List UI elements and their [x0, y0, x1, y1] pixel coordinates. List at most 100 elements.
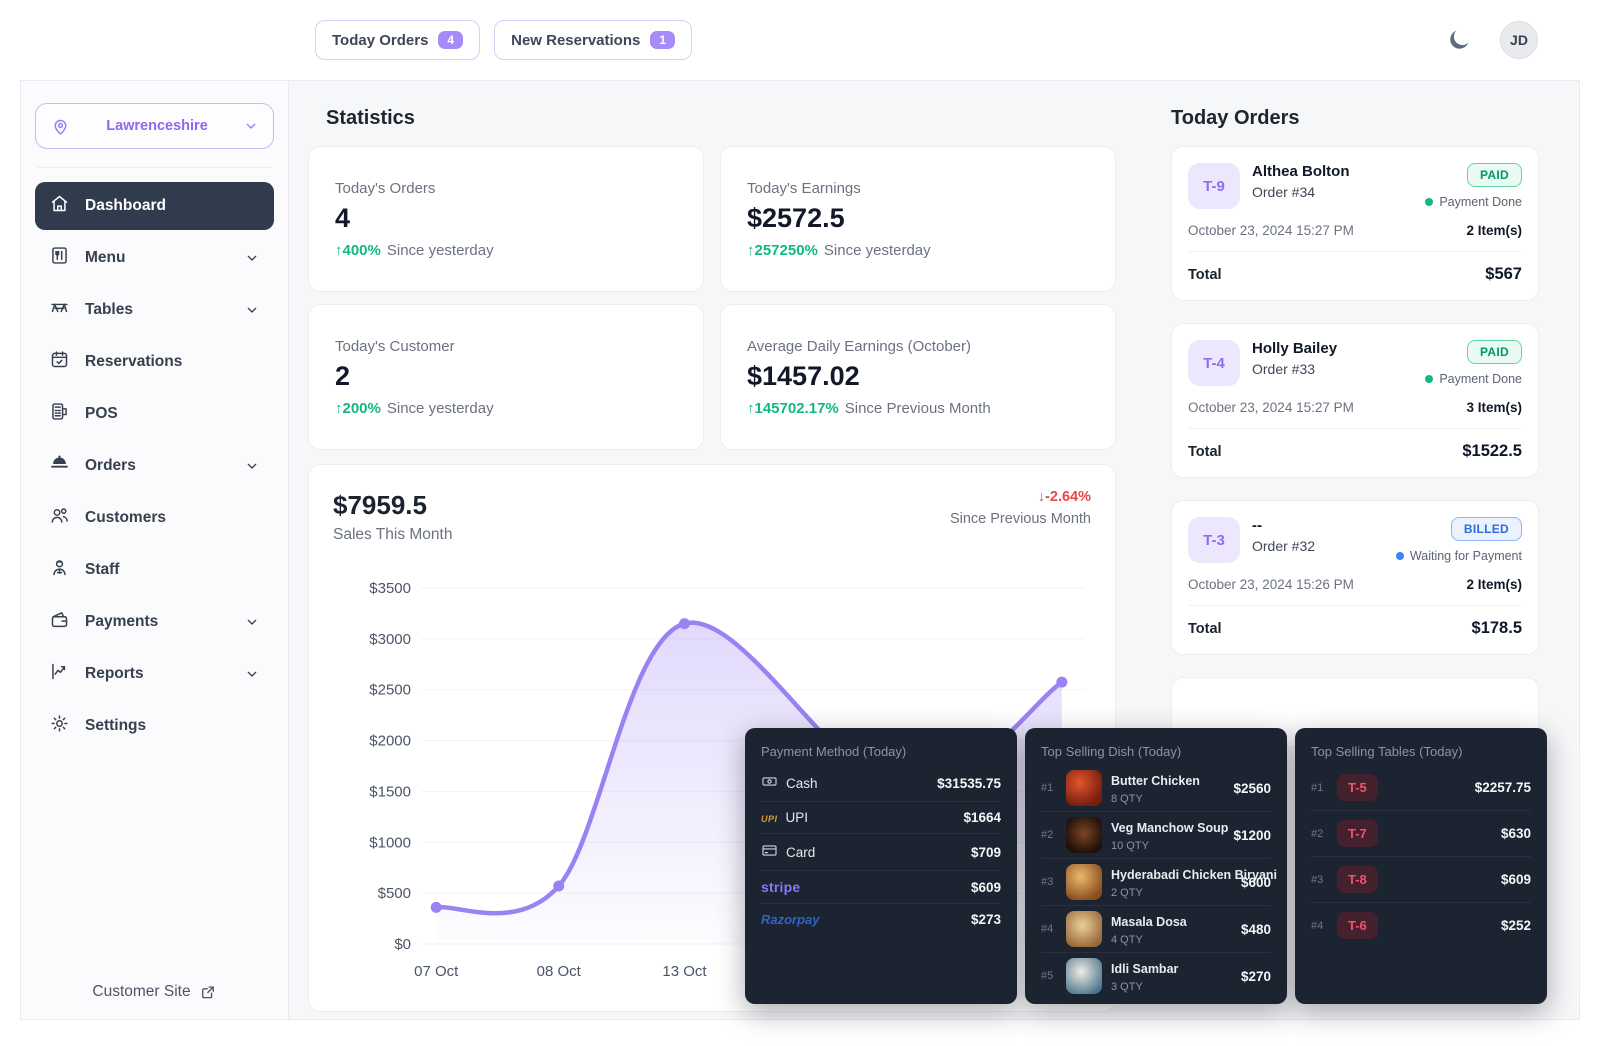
sidebar-item-payments[interactable]: Payments: [35, 598, 274, 646]
payment-method-row: UPI UPI $1664: [761, 802, 1001, 834]
order-items-count: 3 Item(s): [1466, 400, 1522, 415]
payment-method-amount: $273: [971, 912, 1001, 927]
sales-chart-header: $7959.5 Sales This Month ↓-2.64% Since P…: [333, 489, 1091, 544]
new-reservations-button[interactable]: New Reservations 1: [494, 20, 692, 60]
order-card[interactable]: T-9 Althea Bolton Order #34 PAID Pa: [1171, 146, 1539, 301]
payment-state: Payment Done: [1425, 372, 1522, 386]
customer-name: Holly Bailey: [1252, 340, 1413, 357]
sidebar-divider: [37, 167, 272, 168]
today-orders-title: Today Orders: [1171, 107, 1539, 130]
stat-delta-period: Since yesterday: [824, 242, 931, 259]
dish-rank: #5: [1041, 970, 1057, 982]
dish-amount: $480: [1241, 922, 1271, 937]
payment-method-row: Cash $31535.75: [761, 765, 1001, 802]
sidebar-item-label: Settings: [85, 717, 260, 735]
sidebar-item-reports[interactable]: Reports: [35, 650, 274, 698]
divider: [1188, 428, 1522, 429]
sidebar-item-tables[interactable]: Tables: [35, 286, 274, 334]
chevron-down-icon: [244, 614, 260, 630]
payment-method-list: Cash $31535.75 UPI UPI $1664 Card: [761, 765, 1001, 935]
dish-rank: #4: [1041, 923, 1057, 935]
customer-site-link[interactable]: Customer Site: [21, 983, 288, 1001]
dish-qty: 10 QTY: [1111, 840, 1224, 852]
location-selector[interactable]: Lawrenceshire: [35, 103, 274, 149]
today-orders-badge: 4: [438, 31, 463, 49]
today-orders-label: Today Orders: [332, 32, 428, 49]
order-total-label: Total: [1188, 621, 1222, 637]
cloche-icon: [49, 453, 70, 479]
customer-site-label: Customer Site: [92, 983, 190, 1001]
order-total-label: Total: [1188, 267, 1222, 283]
user-avatar[interactable]: JD: [1500, 21, 1538, 59]
svg-text:$1500: $1500: [369, 783, 411, 800]
dark-mode-toggle-moon-icon[interactable]: [1446, 27, 1472, 53]
divider: [1188, 605, 1522, 606]
dish-name: Masala Dosa: [1111, 915, 1187, 929]
dish-photo: [1066, 864, 1102, 900]
menu-icon: [49, 245, 70, 271]
sidebar-item-dashboard[interactable]: Dashboard: [35, 182, 274, 230]
sidebar-item-settings[interactable]: Settings: [35, 702, 274, 750]
sidebar-item-customers[interactable]: Customers: [35, 494, 274, 542]
app-root: Today Orders 4 New Reservations 1 JD: [0, 0, 1600, 1046]
stat-delta: ↑257250% Since yesterday: [747, 242, 1089, 259]
sidebar-item-pos[interactable]: POS: [35, 390, 274, 438]
sidebar-item-orders[interactable]: Orders: [35, 442, 274, 490]
dish-qty: 8 QTY: [1111, 793, 1224, 805]
chevron-down-icon: [244, 458, 260, 474]
order-card[interactable]: T-3 -- Order #32 BILLED Waiting for: [1171, 500, 1539, 655]
order-total-value: $178.5: [1472, 619, 1522, 638]
table-row: #1 T-5 $2257.75: [1311, 765, 1531, 811]
stat-delta-period: Since Previous Month: [845, 400, 991, 417]
orders-list: T-9 Althea Bolton Order #34 PAID Pa: [1171, 146, 1539, 655]
order-number: Order #33: [1252, 361, 1413, 377]
stat-label: Today's Orders: [335, 180, 677, 197]
today-orders-button[interactable]: Today Orders 4: [315, 20, 480, 60]
stat-card: Today's Orders 4 ↑400% Since yesterday: [308, 146, 704, 292]
order-card[interactable]: T-4 Holly Bailey Order #33 PAID Pay: [1171, 323, 1539, 478]
status-badge: PAID: [1467, 340, 1522, 364]
stat-value: $1457.02: [747, 361, 1089, 392]
stat-value: $2572.5: [747, 203, 1089, 234]
top-selling-dish-list: #1 Butter Chicken 8 QTY $2560 #2 Veg Man…: [1041, 765, 1271, 999]
sidebar: Lawrenceshire Dashboard Menu: [21, 81, 289, 1019]
order-total-label: Total: [1188, 444, 1222, 460]
stat-delta-percent: ↑400%: [335, 242, 381, 259]
sidebar-item-staff[interactable]: Staff: [35, 546, 274, 594]
order-datetime: October 23, 2024 15:26 PM: [1188, 577, 1354, 592]
stat-delta-period: Since yesterday: [387, 242, 494, 259]
order-total-value: $1522.5: [1462, 442, 1522, 461]
table-amount: $630: [1501, 826, 1531, 841]
stat-delta: ↑145702.17% Since Previous Month: [747, 400, 1089, 417]
dish-row: #5 Idli Sambar 3 QTY $270: [1041, 953, 1271, 999]
stat-value: 2: [335, 361, 677, 392]
payment-method-label: stripe: [761, 879, 963, 895]
dish-row: #2 Veg Manchow Soup 10 QTY $1200: [1041, 812, 1271, 859]
order-items-count: 2 Item(s): [1466, 223, 1522, 238]
customers-icon: [49, 505, 70, 531]
payment-method-row: Razorpay $273: [761, 904, 1001, 935]
order-number: Order #32: [1252, 538, 1384, 554]
svg-text:$500: $500: [378, 885, 411, 902]
sidebar-item-label: Dashboard: [85, 197, 260, 215]
payment-method-label: Razorpay: [761, 912, 963, 927]
top-selling-dish-panel: Top Selling Dish (Today) #1 Butter Chick…: [1025, 728, 1287, 1004]
svg-text:$2000: $2000: [369, 733, 411, 750]
status-dot-icon: [1425, 198, 1433, 206]
sidebar-item-label: Payments: [85, 613, 229, 631]
sidebar-item-label: Orders: [85, 457, 229, 475]
location-label: Lawrenceshire: [71, 118, 243, 134]
sidebar-item-label: Menu: [85, 249, 229, 267]
sidebar-item-reservations[interactable]: Reservations: [35, 338, 274, 386]
sidebar-item-label: Customers: [85, 509, 260, 527]
top-selling-dish-title: Top Selling Dish (Today): [1041, 744, 1271, 759]
sidebar-item-label: Reservations: [85, 353, 260, 371]
table-rank: #1: [1311, 782, 1327, 794]
stat-delta: ↑400% Since yesterday: [335, 242, 677, 259]
table-chip: T-7: [1337, 820, 1378, 847]
calendar-icon: [49, 349, 70, 375]
dish-row: #4 Masala Dosa 4 QTY $480: [1041, 906, 1271, 953]
table-row: #4 T-6 $252: [1311, 903, 1531, 948]
svg-text:07 Oct: 07 Oct: [414, 963, 459, 980]
sidebar-item-menu[interactable]: Menu: [35, 234, 274, 282]
